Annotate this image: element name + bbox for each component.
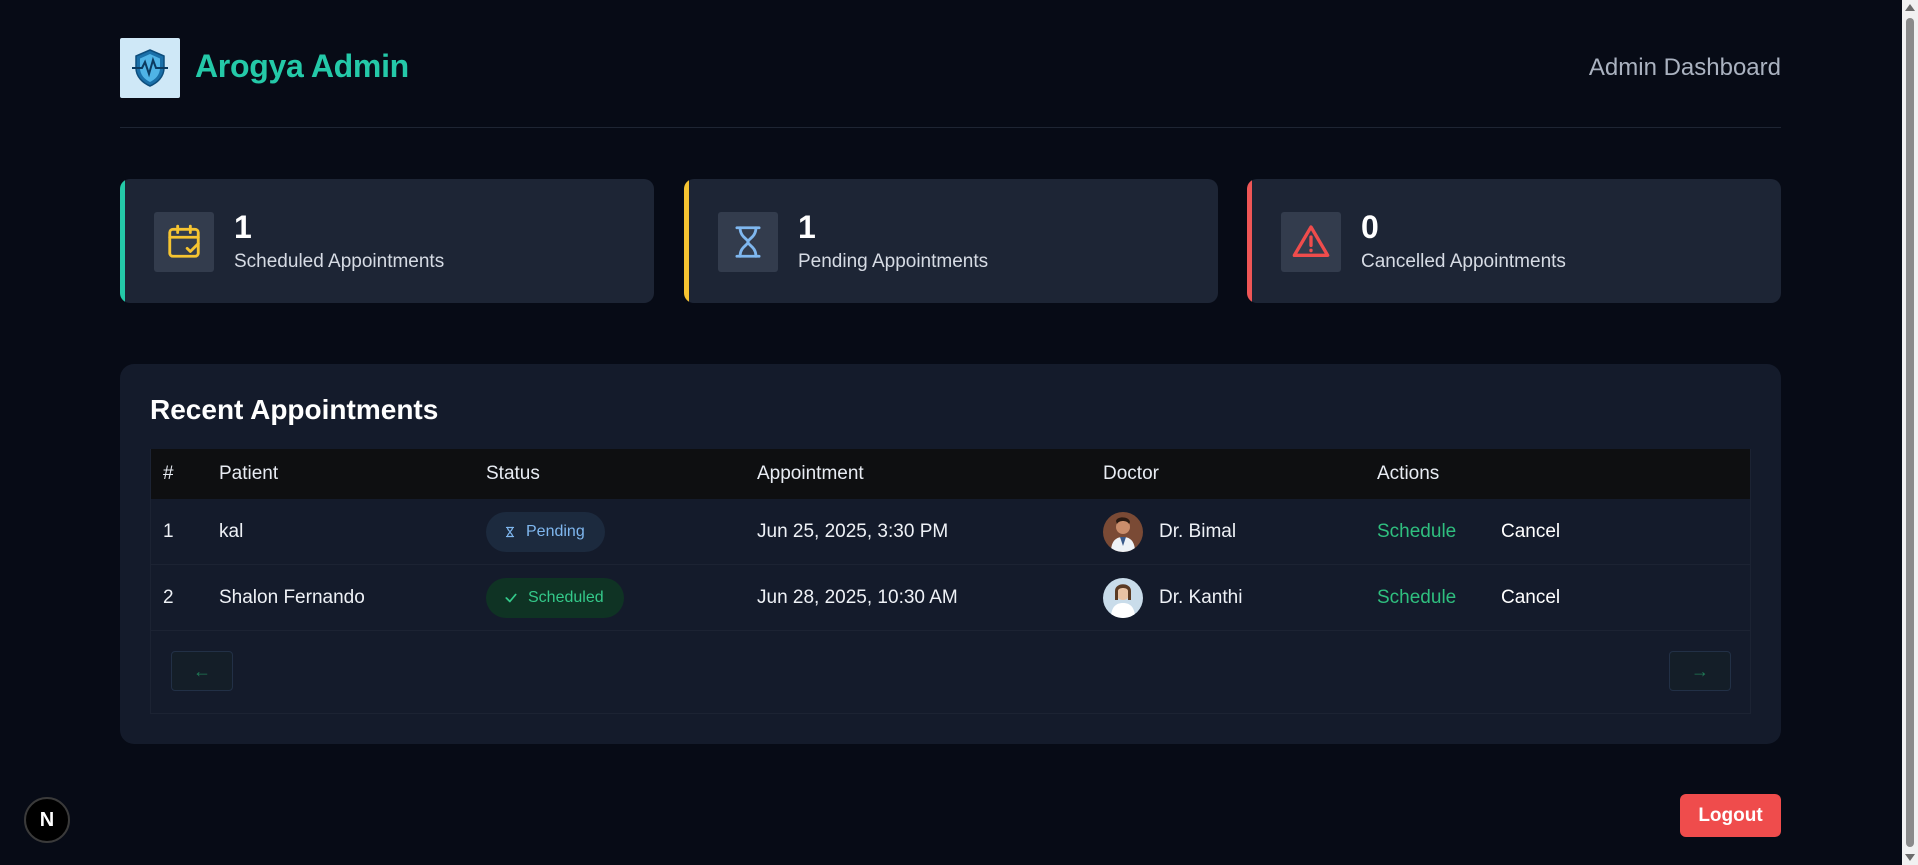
- status-badge: Scheduled: [486, 577, 624, 618]
- page-title: Admin Dashboard: [1588, 54, 1781, 81]
- column-header: Appointment: [757, 463, 864, 484]
- prev-page-button[interactable]: ←: [171, 651, 233, 691]
- patient-name: Shalon Fernando: [219, 586, 365, 608]
- doctor-avatar: [1103, 577, 1143, 618]
- stat-label: Cancelled Appointments: [1361, 251, 1566, 272]
- column-header: Patient: [219, 463, 279, 484]
- schedule-button[interactable]: Schedule: [1377, 521, 1456, 543]
- status-label: Pending: [526, 522, 585, 540]
- table-row: 1 kal Pending Jun 25, 2025, 3:30 PM Dr. …: [151, 499, 1750, 565]
- panel-title: Recent Appointments: [150, 394, 439, 425]
- n-logo-icon: N: [39, 808, 55, 831]
- hourglass-icon: [735, 226, 761, 258]
- vertical-scrollbar[interactable]: [1902, 0, 1918, 865]
- stat-card-pending: 1 Pending Appointments: [684, 179, 1218, 303]
- check-icon: [504, 591, 518, 605]
- table-row: 2 Shalon Fernando Scheduled Jun 28, 2025…: [151, 565, 1750, 631]
- cancel-button[interactable]: Cancel: [1501, 521, 1560, 543]
- shield-heartbeat-icon: [132, 49, 168, 87]
- row-index: 1: [163, 520, 174, 542]
- appointment-datetime: Jun 28, 2025, 10:30 AM: [757, 586, 958, 608]
- nextjs-dev-badge[interactable]: N: [24, 797, 70, 843]
- stat-card-scheduled: 1 Scheduled Appointments: [120, 179, 654, 303]
- recent-appointments-panel: Recent Appointments # Patient Status App…: [120, 364, 1781, 744]
- calendar-check-icon: [168, 224, 200, 258]
- stat-label: Pending Appointments: [798, 251, 989, 272]
- doctor-name: Dr. Kanthi: [1159, 586, 1243, 608]
- header: Arogya Admin Admin Dashboard: [120, 0, 1781, 128]
- card-accent: [120, 179, 125, 303]
- doctor-name: Dr. Bimal: [1159, 520, 1237, 542]
- stat-cards: 1 Scheduled Appointments 1 Pending Appoi…: [120, 179, 1781, 303]
- patient-name: kal: [219, 520, 244, 542]
- status-badge: Pending: [486, 511, 605, 552]
- arrow-left-icon: ←: [193, 660, 211, 681]
- appointments-table: # Patient Status Appointment Doctor Acti…: [150, 449, 1751, 714]
- warning-icon-box: [1281, 212, 1341, 272]
- stat-card-cancelled: 0 Cancelled Appointments: [1247, 179, 1781, 303]
- hourglass-icon: [504, 525, 516, 539]
- stat-value: 1: [798, 209, 816, 245]
- scroll-down-icon[interactable]: [1905, 854, 1915, 861]
- card-accent: [684, 179, 689, 303]
- table-header: # Patient Status Appointment Doctor Acti…: [151, 449, 1750, 499]
- hourglass-icon-box: [718, 212, 778, 272]
- column-header: Actions: [1377, 463, 1440, 484]
- logo: [120, 38, 180, 98]
- stat-value: 0: [1361, 209, 1379, 245]
- dashboard-container: Arogya Admin Admin Dashboard 1 Scheduled…: [120, 0, 1781, 744]
- cancel-button[interactable]: Cancel: [1501, 587, 1560, 609]
- status-label: Scheduled: [528, 588, 604, 606]
- column-header: Status: [486, 463, 540, 484]
- scrollbar-thumb[interactable]: [1906, 18, 1914, 847]
- scroll-up-icon[interactable]: [1905, 4, 1915, 11]
- warning-triangle-icon: [1292, 225, 1330, 257]
- card-accent: [1247, 179, 1252, 303]
- row-index: 2: [163, 586, 174, 608]
- logout-button[interactable]: Logout: [1680, 794, 1781, 837]
- stat-label: Scheduled Appointments: [234, 251, 445, 272]
- arrow-right-icon: →: [1691, 660, 1709, 681]
- stat-value: 1: [234, 209, 252, 245]
- appointment-datetime: Jun 25, 2025, 3:30 PM: [757, 520, 949, 542]
- column-header: #: [163, 463, 174, 484]
- column-header: Doctor: [1103, 463, 1159, 484]
- next-page-button[interactable]: →: [1669, 651, 1731, 691]
- schedule-button[interactable]: Schedule: [1377, 587, 1456, 609]
- brand-title: Arogya Admin: [195, 48, 409, 84]
- calendar-icon-box: [154, 212, 214, 272]
- doctor-avatar: [1103, 511, 1143, 552]
